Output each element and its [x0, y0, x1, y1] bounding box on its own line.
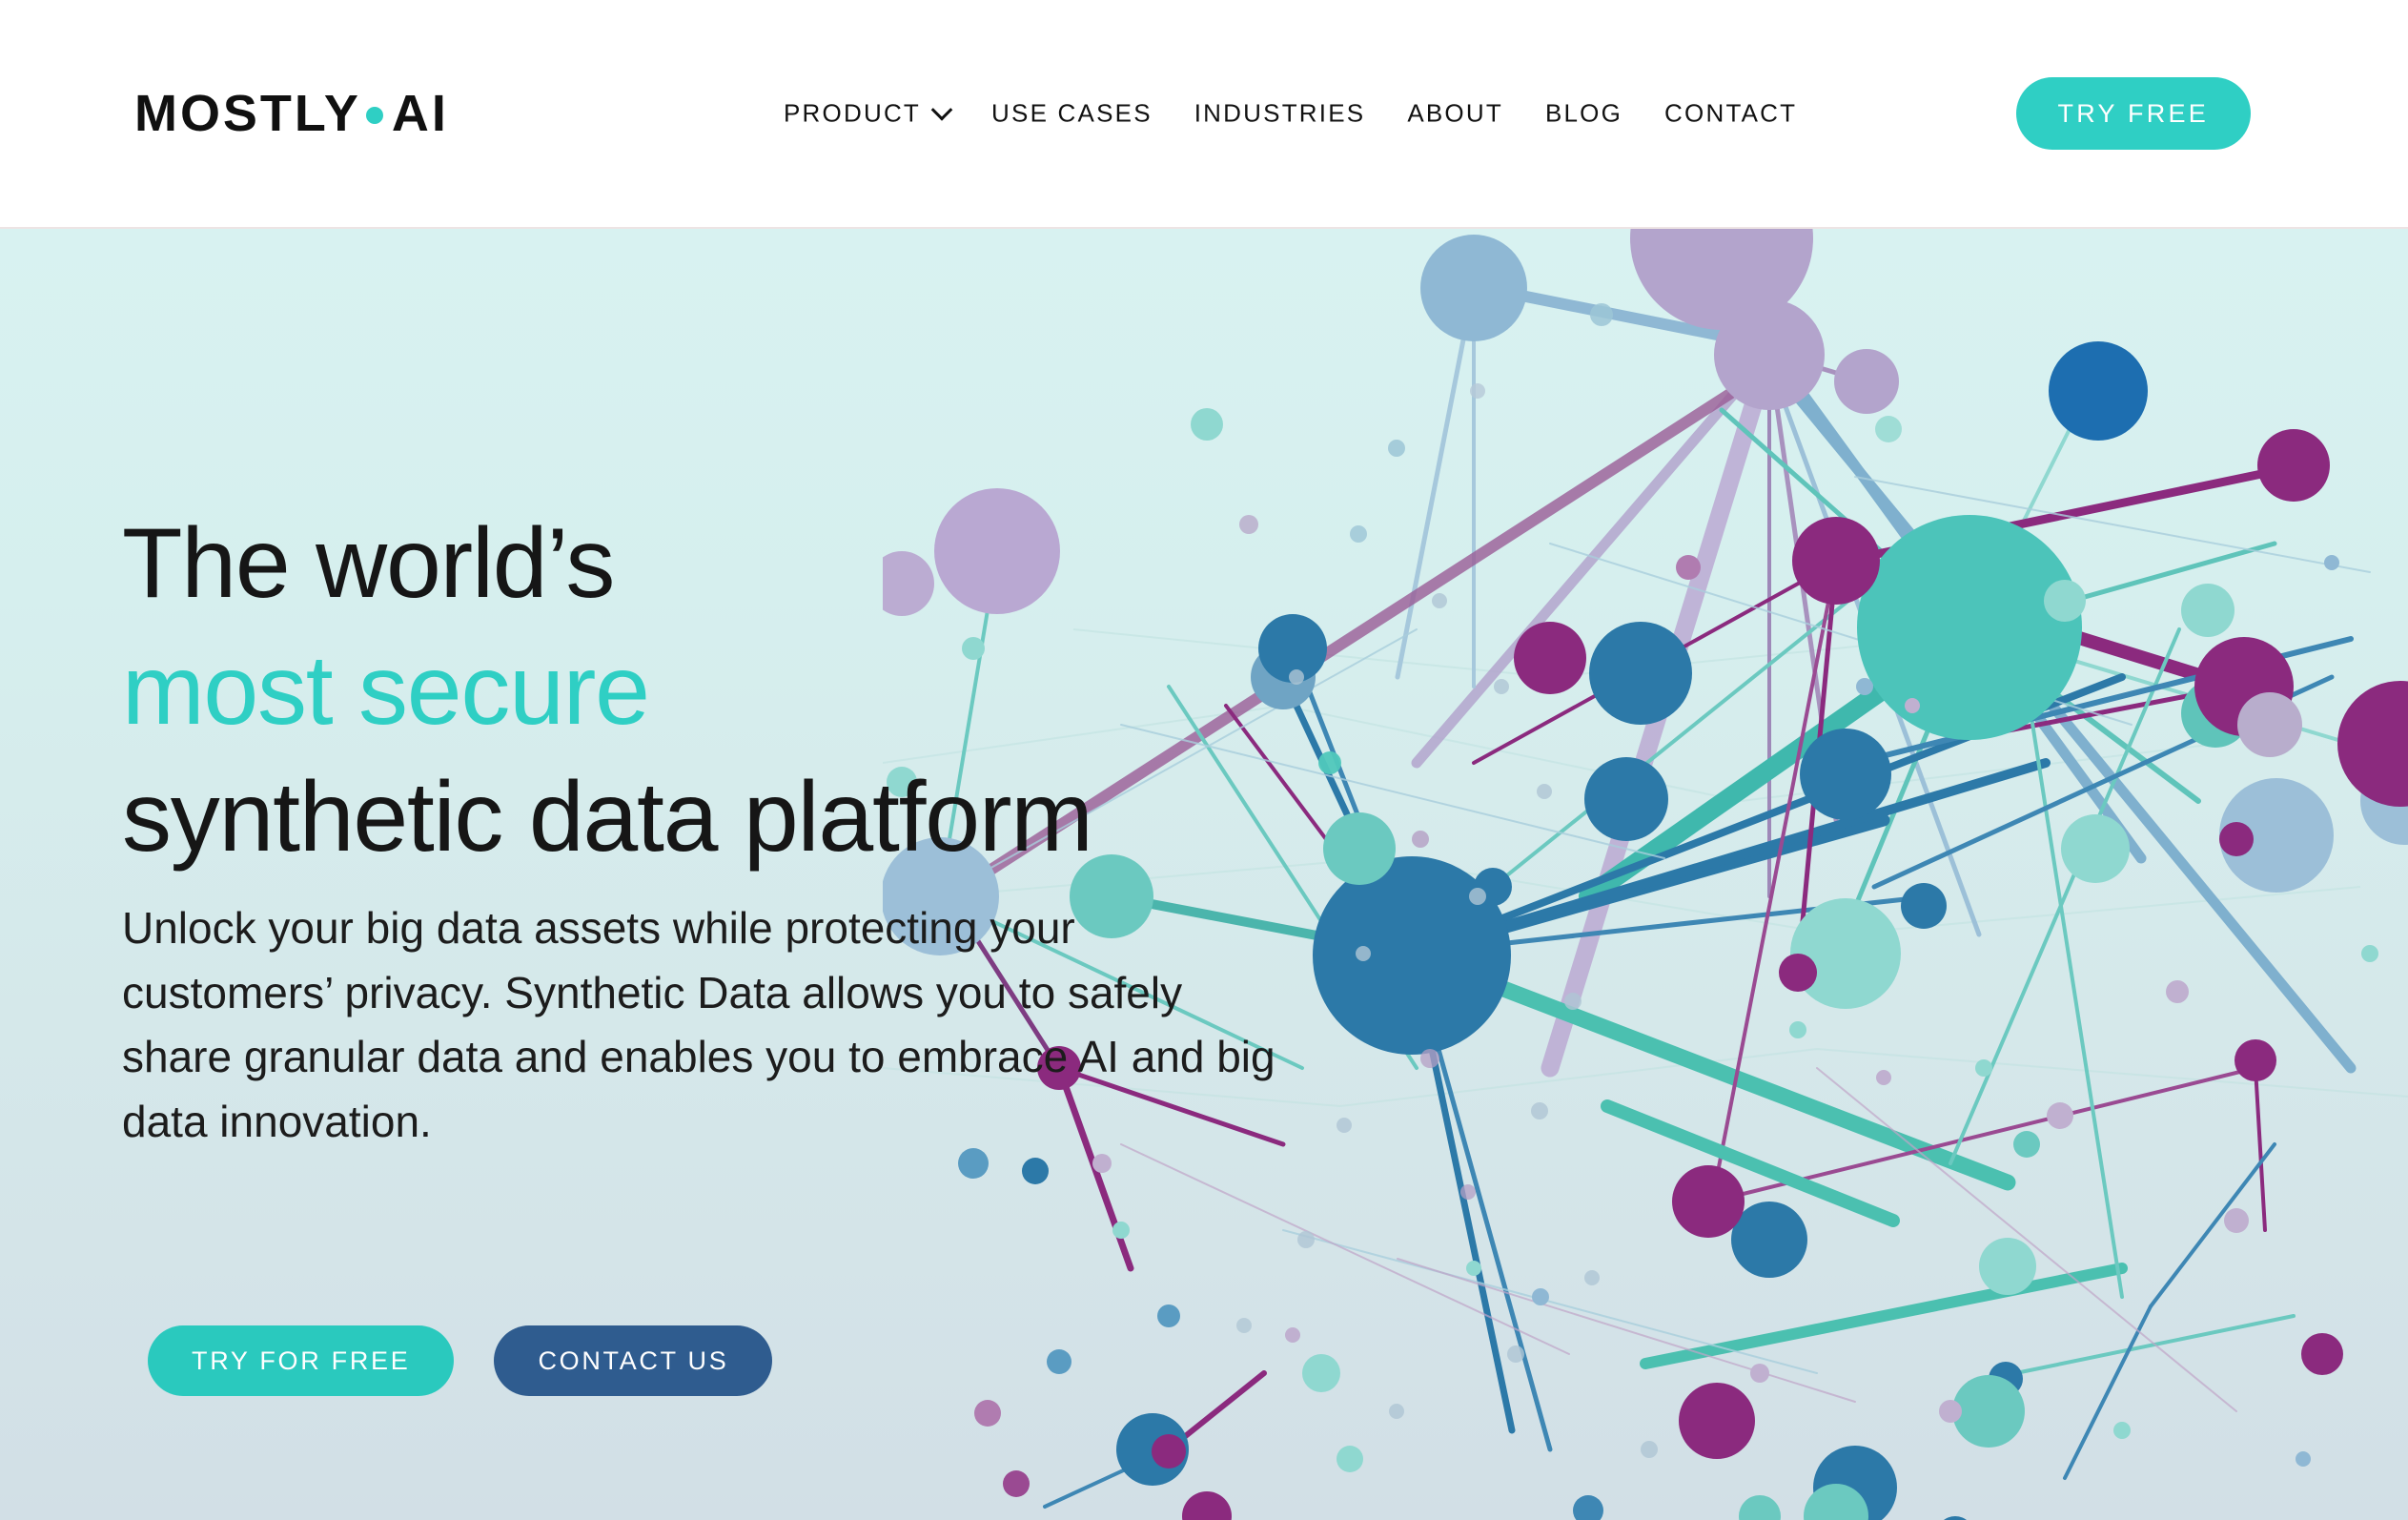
nav-item-blog-label: BLOG: [1544, 98, 1623, 128]
nav-item-contact[interactable]: CONTACT: [1643, 99, 1818, 129]
nav-item-product-label: PRODUCT: [784, 98, 922, 128]
brand-name-part1: MOSTLY: [134, 85, 361, 142]
hero-content: The world’s most secure synthetic data p…: [0, 229, 1430, 1520]
brand-dot-icon: [365, 107, 383, 124]
hero-headline-line-1: The world’s: [122, 508, 615, 619]
hero-headline-line-3: synthetic data platform: [122, 762, 1093, 873]
nav-item-use-cases-label: USE CASES: [991, 98, 1153, 128]
nav-item-about-label: ABOUT: [1407, 98, 1503, 128]
main-navigation: PRODUCT USE CASES INDUSTRIES ABOUT BLOG …: [763, 98, 1818, 129]
hero-headline-line-2: most secure: [122, 635, 650, 747]
try-free-button[interactable]: TRY FREE: [2015, 77, 2251, 150]
nav-item-industries[interactable]: INDUSTRIES: [1173, 99, 1387, 129]
site-header: MOSTLY AI PRODUCT USE CASES INDUSTRIES A…: [0, 0, 2408, 229]
hero-subcopy: Unlock your big data assets while protec…: [122, 903, 1275, 1146]
nav-item-product[interactable]: PRODUCT: [763, 98, 970, 129]
chevron-down-icon: [930, 98, 953, 121]
nav-item-about[interactable]: ABOUT: [1386, 99, 1524, 129]
nav-item-industries-label: INDUSTRIES: [1194, 98, 1366, 128]
try-for-free-button[interactable]: TRY FOR FREE: [148, 1325, 455, 1396]
hero-headline: The world’s most secure synthetic data p…: [122, 501, 1093, 881]
hero-section: The world’s most secure synthetic data p…: [0, 229, 2408, 1520]
brand-name-part2: AI: [391, 85, 449, 142]
contact-us-button[interactable]: CONTACT US: [494, 1325, 773, 1396]
nav-item-use-cases[interactable]: USE CASES: [970, 99, 1173, 129]
nav-item-contact-label: CONTACT: [1664, 98, 1798, 128]
brand-logo[interactable]: MOSTLY AI: [134, 84, 449, 143]
nav-item-blog[interactable]: BLOG: [1524, 99, 1643, 129]
hero-cta-row: TRY FOR FREE CONTACT US: [148, 1325, 773, 1396]
